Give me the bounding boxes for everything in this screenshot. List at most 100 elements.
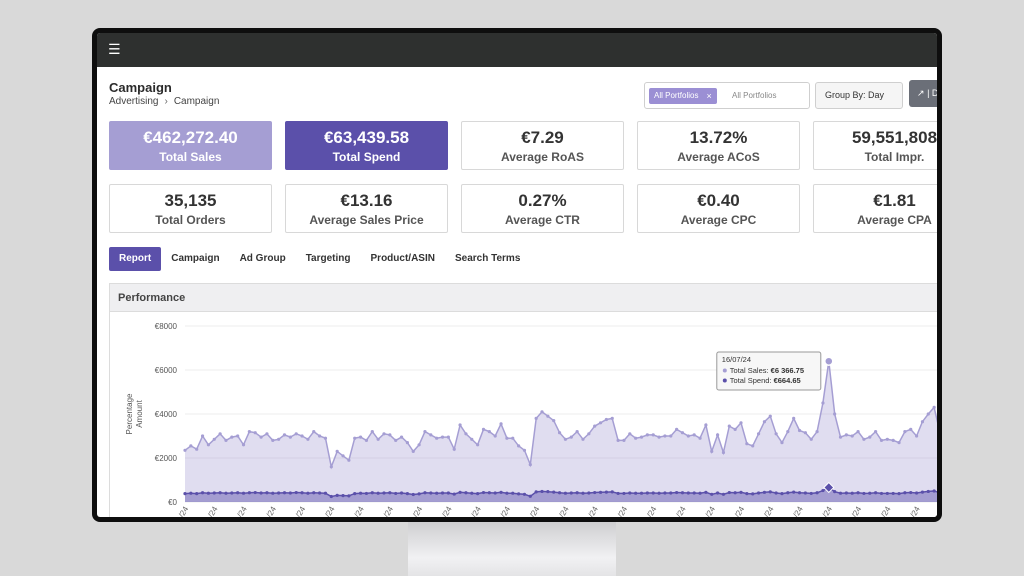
y-axis-label: PercentageAmount	[125, 393, 144, 434]
x-tick-label: /24	[850, 504, 864, 517]
data-point	[376, 491, 380, 495]
data-point	[856, 430, 860, 434]
breadcrumb-advertising[interactable]: Advertising	[109, 96, 158, 107]
data-point	[675, 427, 679, 431]
data-point	[815, 430, 819, 434]
hamburger-icon[interactable]: ☰	[108, 41, 121, 58]
kpi-card-average-ctr[interactable]: 0.27% Average CTR	[461, 184, 624, 233]
monitor-frame: ☰ Campaign Advertising › Campaign All Po…	[92, 28, 942, 522]
data-point	[224, 491, 228, 495]
data-point	[809, 437, 813, 441]
tab-report[interactable]: Report	[109, 247, 162, 271]
portfolio-select[interactable]: All Portfolios × All Portfolios	[644, 82, 810, 109]
data-point	[329, 494, 333, 499]
data-point	[903, 491, 907, 495]
data-point	[575, 430, 579, 434]
kpi-value: €7.29	[521, 128, 564, 147]
data-point	[499, 490, 503, 494]
data-point	[622, 438, 626, 442]
data-point	[534, 416, 538, 420]
data-point	[692, 433, 696, 437]
data-point	[183, 492, 187, 496]
data-point	[715, 491, 720, 495]
kpi-card-total-spend[interactable]: €63,439.58 Total Spend	[285, 121, 448, 170]
tab-search-terms[interactable]: Search Terms	[445, 247, 530, 271]
data-point	[727, 490, 731, 495]
x-tick-label: /24	[821, 504, 835, 517]
data-point	[528, 494, 532, 498]
kpi-card-average-cpa[interactable]: €1.81 Average CPA	[813, 184, 937, 233]
tooltip-line: Total Spend: €664.65	[730, 376, 801, 385]
kpi-card-total-sales[interactable]: €462,272.40 Total Sales	[109, 121, 272, 170]
top-bar: ☰	[97, 33, 937, 67]
data-point	[780, 441, 784, 445]
data-point	[663, 434, 667, 438]
data-point	[259, 435, 263, 439]
data-point	[206, 443, 211, 447]
data-point	[241, 491, 246, 495]
data-point	[511, 436, 515, 440]
data-point	[879, 491, 884, 496]
close-icon[interactable]: ×	[706, 88, 711, 104]
data-point	[370, 430, 374, 434]
data-point	[721, 492, 726, 496]
data-point	[540, 410, 544, 414]
data-point	[850, 434, 854, 438]
kpi-card-total-impr[interactable]: 59,551,808 Total Impr.	[813, 121, 937, 170]
data-point	[540, 489, 544, 494]
kpi-card-average-acos[interactable]: 13.72% Average ACoS	[637, 121, 800, 170]
data-point	[230, 435, 234, 439]
data-point	[604, 417, 608, 422]
kpi-label: Total Sales	[159, 150, 222, 164]
data-point	[212, 437, 216, 441]
data-point	[756, 432, 761, 436]
data-point	[680, 431, 685, 435]
data-point	[435, 491, 439, 495]
data-point	[218, 432, 222, 436]
tab-targeting[interactable]: Targeting	[296, 247, 361, 271]
data-point	[563, 437, 568, 441]
kpi-card-average-cpc[interactable]: €0.40 Average CPC	[637, 184, 800, 233]
kpi-card-total-orders[interactable]: 35,135 Total Orders	[109, 184, 272, 233]
x-tick-label: /24	[382, 504, 396, 517]
y-tick-label: €4000	[155, 410, 178, 419]
y-tick-label: €2000	[155, 454, 178, 463]
kpi-card-average-roas[interactable]: €7.29 Average RoAS	[461, 121, 624, 170]
data-point	[926, 412, 930, 416]
portfolio-chip[interactable]: All Portfolios ×	[649, 88, 717, 104]
data-point	[651, 491, 655, 495]
kpi-value: 0.27%	[518, 191, 567, 210]
data-point	[265, 491, 269, 495]
tab-product-asin[interactable]: Product/ASIN	[361, 247, 445, 271]
x-tick-label: /24	[879, 504, 893, 517]
data-point	[189, 444, 193, 448]
kpi-card-average-sales-price[interactable]: €13.16 Average Sales Price	[285, 184, 448, 233]
x-tick-label: /24	[411, 504, 425, 517]
data-point	[745, 442, 749, 446]
data-point	[762, 490, 767, 494]
data-point	[821, 488, 825, 493]
data-point	[669, 491, 673, 495]
data-point	[318, 434, 322, 438]
data-point	[312, 491, 316, 495]
page-title: Campaign	[109, 80, 172, 95]
tab-campaign[interactable]: Campaign	[161, 247, 229, 271]
data-point	[405, 441, 410, 445]
x-tick-label: /24	[499, 504, 513, 517]
data-point	[446, 491, 450, 495]
data-point	[797, 428, 802, 433]
x-tick-label: /24	[294, 504, 308, 517]
data-point	[218, 491, 222, 495]
data-point	[288, 435, 292, 439]
group-by-select[interactable]: Group By: Day	[815, 82, 903, 109]
data-point	[282, 433, 287, 437]
data-point	[914, 491, 919, 495]
portfolio-placeholder: All Portfolios	[732, 91, 777, 100]
chart-toggle-button[interactable]: ↗ | D	[909, 80, 937, 107]
data-point	[634, 436, 638, 440]
data-point	[844, 433, 848, 437]
x-tick-label: /24	[587, 504, 601, 517]
tab-ad-group[interactable]: Ad Group	[230, 247, 296, 271]
data-point	[657, 435, 661, 439]
data-point	[710, 449, 714, 453]
